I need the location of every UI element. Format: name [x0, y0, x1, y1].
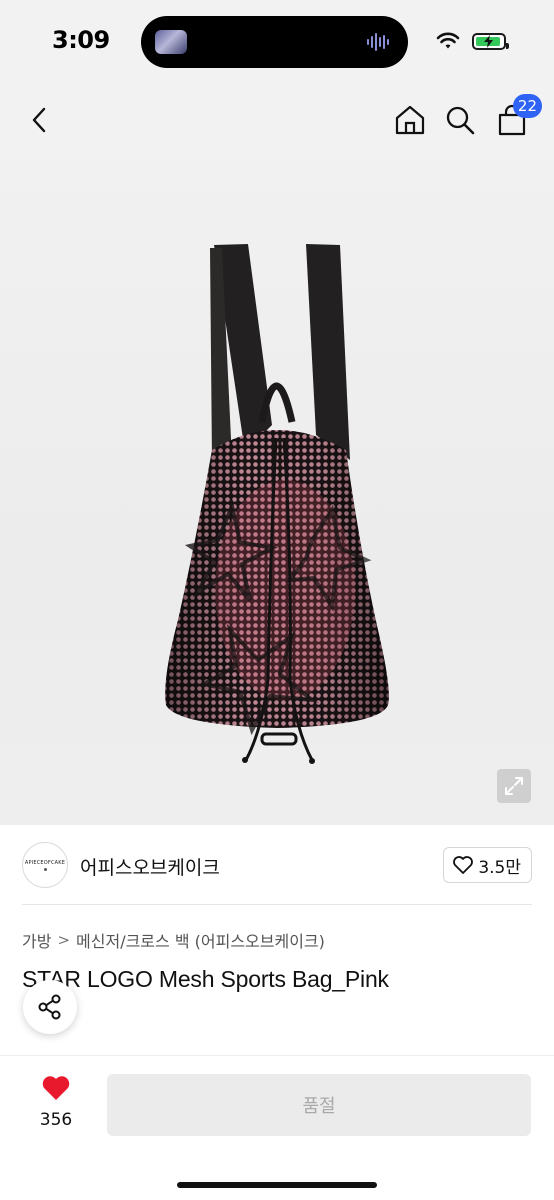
- breadcrumb-subcategory[interactable]: 메신저/크로스 백 (어피스오브케이크): [76, 928, 325, 952]
- navigation-bar: 22: [0, 80, 554, 160]
- status-bar: 3:09: [0, 0, 554, 80]
- product-image[interactable]: [0, 160, 554, 825]
- brand-row[interactable]: APIECEOFCAKE 어피스오브케이크 3.5만: [0, 825, 554, 905]
- breadcrumb: 가방 > 메신저/크로스 백 (어피스오브케이크): [22, 928, 325, 952]
- status-indicators: [436, 30, 509, 52]
- heart-outline-icon: [453, 856, 474, 874]
- heart-filled-icon: [42, 1076, 70, 1100]
- share-icon: [38, 994, 61, 1020]
- brand-logo[interactable]: APIECEOFCAKE: [22, 842, 68, 888]
- product-title: STAR LOGO Mesh Sports Bag_Pink: [22, 966, 389, 992]
- brand-like-button[interactable]: 3.5만: [443, 847, 532, 883]
- sold-out-button[interactable]: 품절: [107, 1074, 531, 1136]
- bottom-action-bar: 356 품절: [0, 1055, 554, 1200]
- dynamic-island: [141, 16, 408, 68]
- expand-icon: [505, 777, 523, 795]
- cart-count-badge: 22: [512, 94, 542, 118]
- status-time: 3:09: [52, 26, 110, 54]
- brand-like-count: 3.5만: [478, 857, 521, 878]
- home-indicator: [177, 1182, 377, 1188]
- battery-icon: [472, 33, 509, 50]
- wifi-icon: [436, 32, 460, 49]
- search-button[interactable]: [440, 100, 480, 140]
- expand-image-button[interactable]: [497, 769, 531, 803]
- wishlist-count: 356: [39, 1110, 73, 1130]
- divider: [22, 904, 532, 905]
- brand-name[interactable]: 어피스오브케이크: [80, 853, 220, 880]
- cart-button[interactable]: 22: [492, 94, 542, 140]
- back-icon: [32, 107, 46, 133]
- home-icon: [395, 105, 425, 135]
- back-button[interactable]: [20, 100, 60, 140]
- search-icon: [446, 106, 475, 135]
- home-button[interactable]: [390, 100, 430, 140]
- share-button[interactable]: [23, 980, 77, 1034]
- mesh-backpack-image: [165, 244, 389, 764]
- audio-waveform-icon: [367, 33, 389, 51]
- breadcrumb-category[interactable]: 가방: [22, 928, 51, 952]
- now-playing-artwork: [155, 30, 187, 54]
- breadcrumb-separator: >: [57, 931, 71, 949]
- wishlist-button[interactable]: 356: [26, 1074, 86, 1130]
